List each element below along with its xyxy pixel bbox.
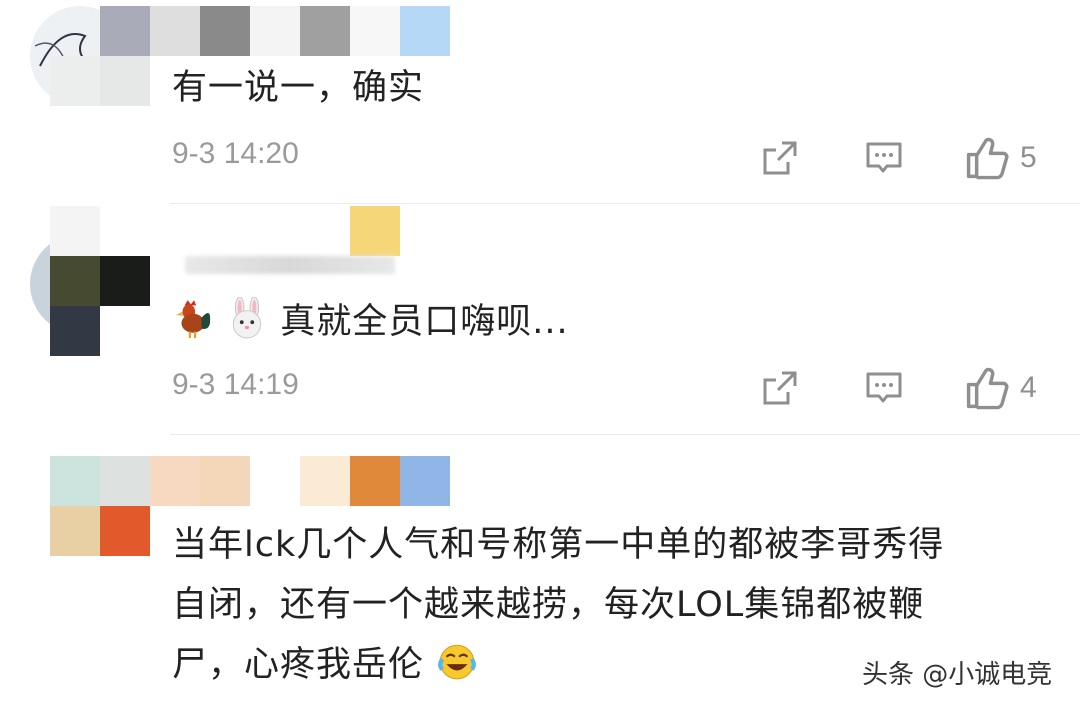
avatar-mosaic — [50, 206, 150, 356]
like-button[interactable]: 4 — [964, 364, 1037, 412]
username-mosaic[interactable] — [100, 6, 450, 56]
comment-text: 有一说一，确实 — [172, 68, 425, 108]
reply-button[interactable] — [862, 136, 906, 180]
comment-time: 9-3 14:20 — [172, 137, 299, 170]
reply-icon — [866, 142, 902, 173]
comment-text-line: 尸，心疼我岳伦 — [172, 645, 425, 685]
username-mosaic[interactable] — [350, 206, 400, 256]
like-count: 5 — [1020, 141, 1037, 174]
like-button[interactable]: 5 — [964, 134, 1037, 182]
comment-text: 当年lck几个人气和号称第一中单的都被李哥秀得 自闭，还有一个越来越捞，每次LO… — [172, 515, 944, 695]
share-button[interactable] — [758, 366, 802, 410]
comment-item: 真就全员口嗨呗... 9-3 14:19 4 — [0, 204, 1080, 434]
laughing-crying-emoji — [438, 644, 477, 680]
rooster-emoji — [176, 300, 211, 338]
share-button[interactable] — [758, 136, 802, 180]
share-icon — [763, 141, 797, 175]
avatar-mosaic[interactable] — [50, 456, 150, 556]
comment-text: 真就全员口嗨呗... — [172, 292, 569, 352]
reply-button[interactable] — [862, 366, 906, 410]
comment-time: 9-3 14:19 — [172, 368, 299, 401]
watermark: 头条 @小诚电竞 — [862, 660, 1053, 690]
share-icon — [763, 371, 797, 405]
comment-text-line-last: 尸，心疼我岳伦 — [172, 635, 944, 695]
comment-text-line: 当年lck几个人气和号称第一中单的都被李哥秀得 — [172, 525, 945, 565]
avatar-mosaic — [50, 56, 150, 106]
comment-text-body: 真就全员口嗨呗... — [280, 302, 569, 342]
comment-item: 有一说一，确实 9-3 14:20 5 — [0, 0, 1080, 203]
thumbs-up-icon — [966, 137, 1009, 180]
thumbs-up-icon — [966, 367, 1009, 410]
like-count: 4 — [1020, 371, 1037, 404]
username-blurred[interactable] — [185, 256, 395, 274]
comment-text-line: 自闭，还有一个越来越捞，每次LOL集锦都被鞭 — [172, 585, 925, 625]
username-mosaic[interactable] — [150, 456, 450, 506]
rabbit-emoji — [232, 297, 262, 339]
reply-icon — [866, 372, 902, 403]
